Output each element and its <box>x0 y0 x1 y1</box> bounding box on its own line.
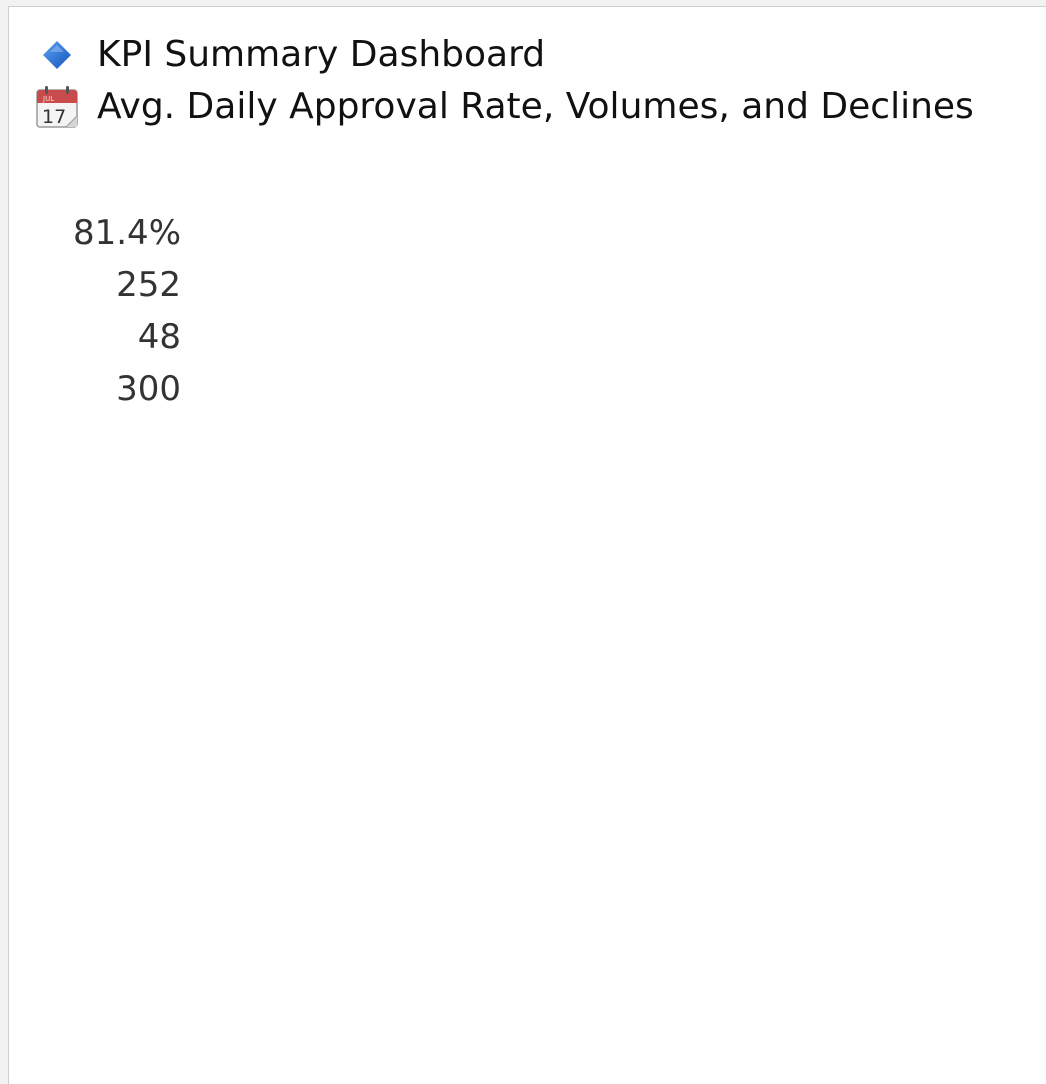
dashboard-panel: KPI Summary Dashboard JUL 17 Avg. Daily … <box>8 6 1046 1084</box>
calendar-icon: JUL 17 <box>35 85 79 129</box>
dashboard-subtitle-row: JUL 17 Avg. Daily Approval Rate, Volumes… <box>35 85 974 129</box>
kpi-total-volume-value: 300 <box>116 369 181 409</box>
dashboard-subtitle: Avg. Daily Approval Rate, Volumes, and D… <box>97 86 974 127</box>
kpi-values-list: 81.4% 252 48 300 <box>63 207 181 415</box>
calendar-icon-month: JUL <box>42 95 54 103</box>
blue-diamond-icon <box>35 33 79 77</box>
dashboard-title-row: KPI Summary Dashboard <box>35 33 545 77</box>
kpi-declines-value: 48 <box>137 317 181 357</box>
calendar-icon-day: 17 <box>42 106 66 128</box>
kpi-approval-rate-value: 81.4% <box>72 213 181 253</box>
dashboard-title: KPI Summary Dashboard <box>97 34 546 75</box>
kpi-approved-volume-value: 252 <box>116 265 181 305</box>
